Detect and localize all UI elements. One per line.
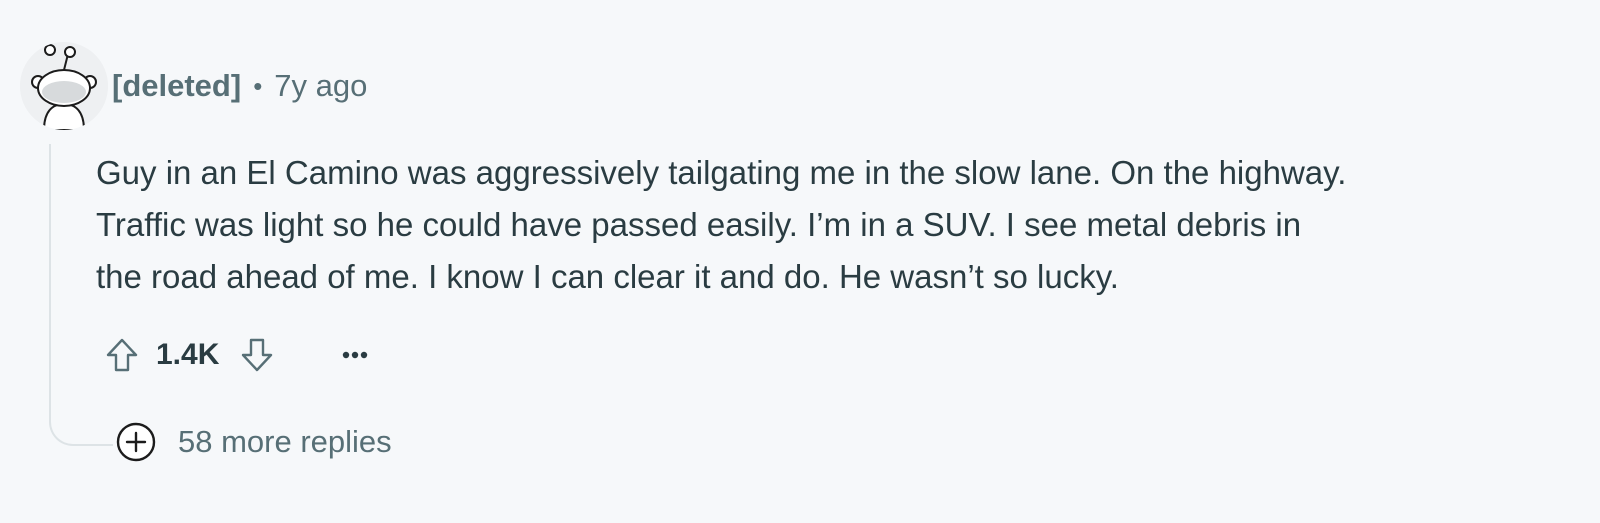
downvote-button[interactable] — [235, 333, 279, 377]
vote-score: 1.4K — [156, 338, 220, 371]
comment-header: [deleted] • 7y ago — [112, 66, 367, 106]
comment-body-line: Guy in an El Camino was aggressively tai… — [96, 154, 1347, 191]
upvote-button[interactable] — [100, 333, 144, 377]
more-options-button[interactable] — [333, 333, 377, 377]
arrow-down-icon — [242, 338, 273, 372]
avatar[interactable] — [20, 42, 108, 130]
meta-separator: • — [253, 70, 263, 101]
comment-body: Guy in an El Camino was aggressively tai… — [96, 147, 1556, 303]
author-name[interactable]: [deleted] — [112, 68, 241, 104]
comment-body-line: Traffic was light so he could have passe… — [96, 206, 1302, 243]
more-replies-label: 58 more replies — [178, 424, 392, 459]
comment-body-line: the road ahead of me. I know I can clear… — [96, 258, 1119, 295]
more-replies-button[interactable]: 58 more replies — [114, 418, 392, 466]
ellipsis-icon — [343, 351, 368, 359]
comment: [deleted] • 7y ago Guy in an El Camino w… — [0, 0, 1600, 523]
arrow-up-icon — [106, 338, 138, 372]
timestamp[interactable]: 7y ago — [274, 68, 367, 104]
snoo-avatar-icon — [20, 42, 108, 130]
plus-circle-icon — [114, 420, 158, 464]
comment-actions: 1.4K — [100, 330, 377, 380]
